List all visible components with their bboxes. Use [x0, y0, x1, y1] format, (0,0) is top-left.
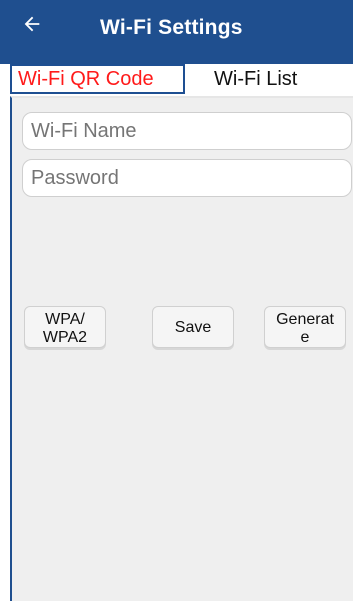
save-button[interactable]: Save	[152, 306, 234, 348]
tab-bar: Wi-Fi QR Code Wi-Fi List	[0, 64, 353, 94]
back-arrow-icon	[24, 16, 40, 32]
tab-wifi-list[interactable]: Wi-Fi List	[186, 64, 353, 94]
password-input[interactable]	[22, 159, 352, 197]
security-type-button[interactable]: WPA/ WPA2	[24, 306, 106, 348]
page-title: Wi-Fi Settings	[100, 16, 243, 39]
generate-button[interactable]: Generat e	[264, 306, 346, 348]
back-button[interactable]	[18, 10, 46, 38]
app-bar: Wi-Fi Settings	[0, 0, 353, 64]
content-panel: WPA/ WPA2 Save Generat e	[10, 96, 353, 601]
tab-wifi-qr-code[interactable]: Wi-Fi QR Code	[10, 64, 185, 94]
wifi-name-input[interactable]	[22, 112, 352, 150]
